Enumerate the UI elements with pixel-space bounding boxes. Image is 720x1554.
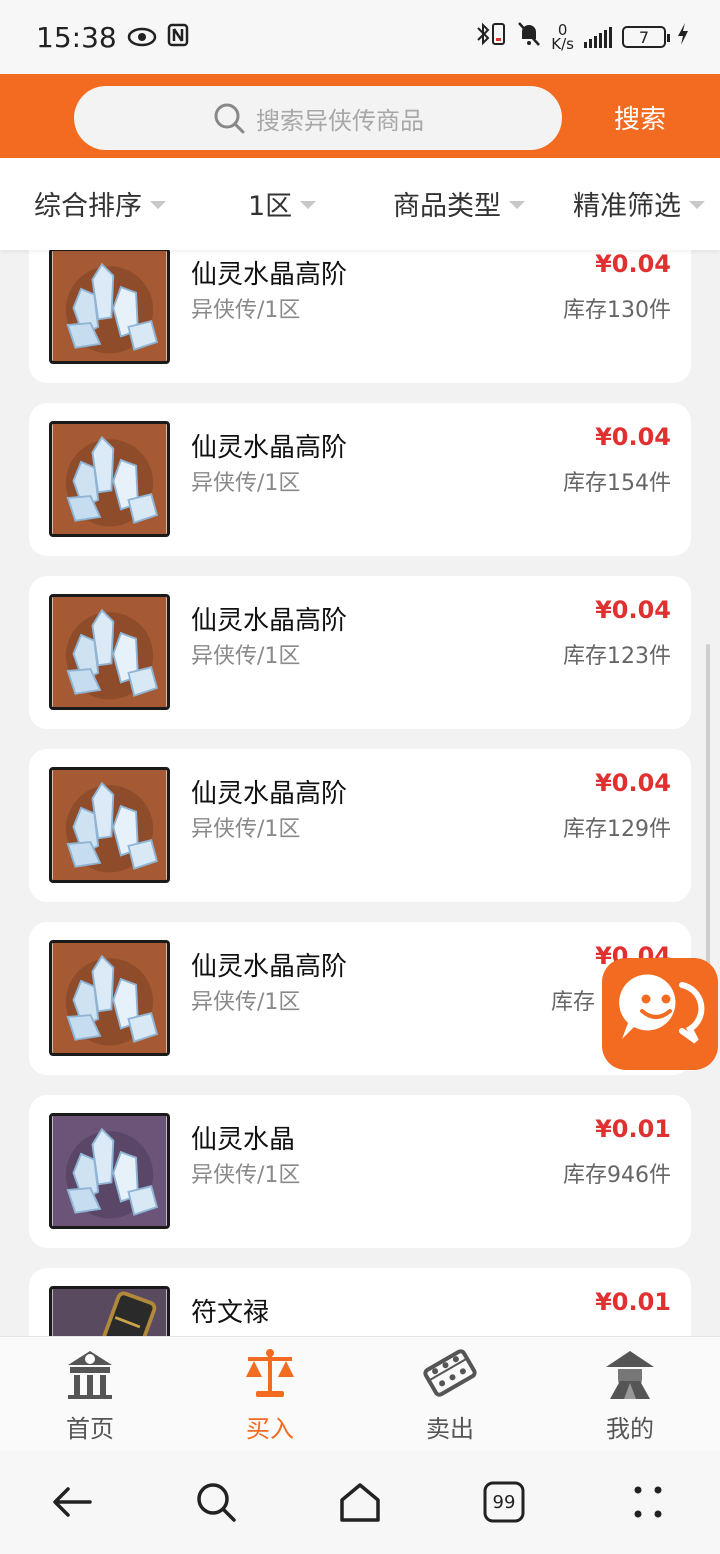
tabs-count: 99 <box>492 1491 516 1513</box>
tab-home[interactable]: 首页 <box>30 1345 150 1445</box>
tab-mine-label: 我的 <box>606 1415 654 1443</box>
net-speed: 0 K/s <box>551 21 574 53</box>
item-subtitle: 异侠传/1区 <box>191 644 301 669</box>
product-card[interactable]: 符文禄 ¥0.01 <box>29 1268 691 1336</box>
product-card[interactable]: 仙灵水晶高阶 异侠传/1区 ¥0.04 库存123件 <box>29 576 691 729</box>
crystal-icon <box>49 1113 170 1229</box>
signal-icon <box>584 26 612 48</box>
filter-sort-label: 综合排序 <box>34 191 142 222</box>
bell-muted-icon <box>517 21 541 53</box>
tab-buy[interactable]: 买入 <box>210 1345 330 1445</box>
product-card[interactable]: 仙灵水晶高阶 异侠传/1区 ¥0.04 库存130件 <box>29 250 691 383</box>
bottom-tab-bar: 首页 买入 卖出 我的 <box>0 1336 720 1450</box>
product-card[interactable]: 仙灵水晶高阶 异侠传/1区 ¥0.04 库存154件 <box>29 403 691 556</box>
crystal-icon <box>49 594 170 710</box>
rune-scroll-icon <box>49 1286 170 1336</box>
caret-down-icon <box>689 200 705 209</box>
crystal-icon <box>49 767 170 883</box>
menu-dots-icon[interactable] <box>626 1480 670 1524</box>
item-subtitle: 异侠传/1区 <box>191 990 301 1015</box>
home-icon[interactable] <box>338 1480 382 1524</box>
product-list: 仙灵水晶高阶 异侠传/1区 ¥0.04 库存130件 仙灵水晶高阶 异侠传/1区… <box>0 250 720 1336</box>
search-icon <box>212 101 246 135</box>
product-card[interactable]: 仙灵水晶高阶 异侠传/1区 ¥0.04 库存129件 <box>29 749 691 902</box>
filter-bar: 综合排序 1区 商品类型 精准筛选 <box>0 158 720 250</box>
battery-icon: 7 <box>622 26 670 48</box>
tabs-count-button[interactable]: 99 <box>482 1480 526 1524</box>
item-subtitle: 异侠传/1区 <box>191 471 301 496</box>
item-price: ¥0.04 <box>595 596 671 624</box>
search-header: 搜索异侠传商品 搜索 <box>0 74 720 158</box>
item-title: 仙灵水晶高阶 <box>191 952 348 982</box>
item-subtitle: 异侠传/1区 <box>191 298 301 323</box>
crystal-icon <box>49 421 170 537</box>
filter-sort[interactable]: 综合排序 <box>34 184 166 223</box>
item-stock: 库存154件 <box>563 471 671 496</box>
item-stock: 库存 <box>550 990 595 1015</box>
customer-service-button[interactable] <box>602 958 718 1070</box>
search-icon[interactable] <box>194 1480 238 1524</box>
home-pavilion-icon <box>62 1345 118 1401</box>
status-left: 15:38 <box>36 21 189 54</box>
filter-server-label: 1区 <box>248 191 293 222</box>
abacus-icon <box>422 1345 478 1401</box>
item-title: 仙灵水晶 <box>191 1125 296 1155</box>
item-subtitle: 异侠传/1区 <box>191 817 301 842</box>
scale-icon <box>242 1345 298 1401</box>
status-bar: 15:38 0 K/s 7 <box>0 0 720 74</box>
tab-home-label: 首页 <box>66 1415 114 1443</box>
item-stock: 库存946件 <box>563 1163 671 1188</box>
caret-down-icon <box>300 200 317 209</box>
item-price: ¥0.01 <box>595 1115 671 1143</box>
profile-hat-icon <box>602 1345 658 1401</box>
item-price: ¥0.01 <box>595 1288 671 1316</box>
item-title: 符文禄 <box>191 1298 270 1328</box>
chat-smile-icon <box>612 969 708 1059</box>
search-placeholder: 搜索异侠传商品 <box>256 106 424 135</box>
tab-sell[interactable]: 卖出 <box>390 1345 510 1445</box>
item-title: 仙灵水晶高阶 <box>191 606 348 636</box>
clock: 15:38 <box>36 20 117 54</box>
filter-type[interactable]: 商品类型 <box>393 184 525 223</box>
item-title: 仙灵水晶高阶 <box>191 779 348 809</box>
filter-server[interactable]: 1区 <box>248 184 317 223</box>
bluetooth-battery-icon <box>475 21 507 53</box>
search-input[interactable]: 搜索异侠传商品 <box>74 86 562 150</box>
tab-sell-label: 卖出 <box>426 1415 474 1443</box>
filter-type-label: 商品类型 <box>393 191 501 222</box>
nfc-icon <box>167 21 189 54</box>
scrollbar[interactable] <box>706 644 710 984</box>
caret-down-icon <box>150 200 166 209</box>
tab-buy-label: 买入 <box>246 1415 294 1443</box>
crystal-icon <box>49 940 170 1056</box>
item-price: ¥0.04 <box>595 423 671 451</box>
filter-precise-label: 精准筛选 <box>573 191 681 222</box>
back-icon[interactable] <box>50 1480 94 1524</box>
caret-down-icon <box>509 200 525 209</box>
charging-icon <box>676 22 690 52</box>
item-price: ¥0.04 <box>595 769 671 797</box>
item-stock: 库存129件 <box>563 817 671 842</box>
item-stock: 库存123件 <box>563 644 671 669</box>
search-button[interactable]: 搜索 <box>600 92 680 142</box>
crystal-icon <box>49 250 170 364</box>
tab-mine[interactable]: 我的 <box>570 1345 690 1445</box>
item-price: ¥0.04 <box>595 250 671 278</box>
item-subtitle: 异侠传/1区 <box>191 1163 301 1188</box>
item-title: 仙灵水晶高阶 <box>191 260 348 290</box>
product-card[interactable]: 仙灵水晶高阶 异侠传/1区 ¥0.04 库存 <box>29 922 691 1075</box>
product-card[interactable]: 仙灵水晶 异侠传/1区 ¥0.01 库存946件 <box>29 1095 691 1248</box>
status-right: 0 K/s 7 <box>475 21 690 53</box>
system-nav-bar: 99 <box>0 1450 720 1554</box>
item-title: 仙灵水晶高阶 <box>191 433 348 463</box>
filter-precise[interactable]: 精准筛选 <box>573 184 705 223</box>
eye-icon <box>127 21 157 54</box>
item-stock: 库存130件 <box>563 298 671 323</box>
